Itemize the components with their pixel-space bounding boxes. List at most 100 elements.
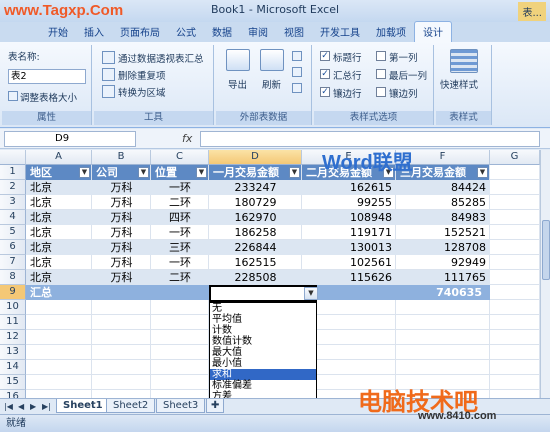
table-name-input[interactable]: 表2: [8, 69, 86, 84]
formula-input[interactable]: [200, 131, 540, 147]
resize-table-button[interactable]: 调整表格大小: [20, 90, 77, 104]
fx-icon[interactable]: fx: [182, 132, 192, 145]
refresh-button[interactable]: 刷新: [262, 77, 281, 91]
tab-developer[interactable]: 开发工具: [312, 22, 368, 42]
first-column-checkbox[interactable]: [376, 51, 386, 61]
dropdown-option[interactable]: 计数: [210, 325, 316, 336]
dropdown-option[interactable]: 方差: [210, 391, 316, 398]
banded-rows-checkbox[interactable]: ✓: [320, 87, 330, 97]
column-header-b[interactable]: B: [92, 150, 151, 165]
dropdown-option[interactable]: 无: [210, 303, 316, 314]
column-header-d[interactable]: D: [209, 150, 302, 165]
table-cell[interactable]: 万科: [92, 255, 151, 270]
table-cell[interactable]: 四环: [151, 210, 209, 225]
filter-dropdown-icon[interactable]: ▼: [138, 167, 149, 178]
table-cell[interactable]: 万科: [92, 180, 151, 195]
name-box[interactable]: D9: [4, 131, 136, 147]
dropdown-option[interactable]: 最大值: [210, 347, 316, 358]
dropdown-option[interactable]: 数值计数: [210, 336, 316, 347]
table-cell[interactable]: 233247: [209, 180, 302, 195]
table-cell[interactable]: 226844: [209, 240, 302, 255]
vertical-scroll-thumb[interactable]: [542, 220, 550, 280]
table-cell[interactable]: 万科: [92, 195, 151, 210]
tab-data[interactable]: 数据: [204, 22, 240, 42]
properties-icon[interactable]: [292, 51, 302, 61]
select-all-corner[interactable]: [0, 150, 26, 165]
table-header-cell[interactable]: 地区 ▼: [26, 165, 91, 180]
table-cell[interactable]: 152521: [396, 225, 490, 240]
convert-range-button[interactable]: 转换为区域: [118, 85, 166, 99]
next-sheet-icon[interactable]: ▶: [30, 402, 36, 411]
table-cell[interactable]: 一环: [151, 255, 209, 270]
filter-dropdown-icon[interactable]: ▼: [289, 167, 300, 178]
table-cell[interactable]: 162615: [302, 180, 396, 195]
last-column-checkbox[interactable]: [376, 69, 386, 79]
first-sheet-icon[interactable]: |◀: [4, 402, 13, 411]
table-cell[interactable]: 万科: [92, 210, 151, 225]
table-cell[interactable]: 186258: [209, 225, 302, 240]
table-cell[interactable]: 万科: [92, 270, 151, 285]
insert-sheet-icon[interactable]: ✚: [206, 399, 225, 413]
table-cell[interactable]: 北京: [26, 195, 92, 210]
row-header-15[interactable]: 15: [0, 375, 26, 390]
table-cell[interactable]: 228508: [209, 270, 302, 285]
table-cell[interactable]: 北京: [26, 240, 92, 255]
table-cell[interactable]: 北京: [26, 180, 92, 195]
table-cell[interactable]: 162970: [209, 210, 302, 225]
column-header-a[interactable]: A: [26, 150, 92, 165]
filter-dropdown-icon[interactable]: ▼: [79, 167, 90, 178]
row-header-2[interactable]: 2: [0, 180, 26, 195]
row-header-4[interactable]: 4: [0, 210, 26, 225]
total-value-f9[interactable]: 740635: [396, 285, 482, 300]
sheet-tab-1[interactable]: Sheet1: [56, 399, 110, 413]
pivot-summary-button[interactable]: 通过数据透视表汇总: [118, 51, 204, 65]
worksheet-grid[interactable]: ABCDEFG 1234567891011121314151617 地区▼公司▼…: [0, 150, 540, 398]
table-cell[interactable]: 162515: [209, 255, 302, 270]
header-row-checkbox[interactable]: ✓: [320, 51, 330, 61]
last-sheet-icon[interactable]: ▶|: [42, 402, 51, 411]
filter-dropdown-icon[interactable]: ▼: [196, 167, 207, 178]
dropdown-option[interactable]: 最小值: [210, 358, 316, 369]
table-cell[interactable]: 北京: [26, 270, 92, 285]
table-header-cell[interactable]: 一月交易金额 ▼: [209, 165, 301, 180]
table-cell[interactable]: 一环: [151, 180, 209, 195]
sheet-tab-3[interactable]: Sheet3: [156, 399, 206, 413]
row-header-12[interactable]: 12: [0, 330, 26, 345]
row-header-11[interactable]: 11: [0, 315, 26, 330]
export-button[interactable]: 导出: [228, 77, 247, 91]
column-header-c[interactable]: C: [151, 150, 209, 165]
open-browser-icon[interactable]: [292, 67, 302, 77]
row-header-8[interactable]: 8: [0, 270, 26, 285]
table-cell[interactable]: 115626: [302, 270, 396, 285]
table-cell[interactable]: 111765: [396, 270, 490, 285]
table-header-cell[interactable]: 公司 ▼: [92, 165, 150, 180]
row-header-1[interactable]: 1: [0, 165, 26, 180]
row-header-7[interactable]: 7: [0, 255, 26, 270]
table-cell[interactable]: 二环: [151, 270, 209, 285]
tab-page-layout[interactable]: 页面布局: [112, 22, 168, 42]
table-cell[interactable]: 128708: [396, 240, 490, 255]
tab-insert[interactable]: 插入: [76, 22, 112, 42]
table-cell[interactable]: 北京: [26, 225, 92, 240]
tab-design[interactable]: 设计: [414, 21, 452, 42]
total-row-checkbox[interactable]: ✓: [320, 69, 330, 79]
tab-view[interactable]: 视图: [276, 22, 312, 42]
table-cell[interactable]: 万科: [92, 225, 151, 240]
table-cell[interactable]: 119171: [302, 225, 396, 240]
row-header-6[interactable]: 6: [0, 240, 26, 255]
unlink-icon[interactable]: [292, 83, 302, 93]
table-cell[interactable]: 92949: [396, 255, 490, 270]
table-cell[interactable]: 108948: [302, 210, 396, 225]
table-cell[interactable]: 84983: [396, 210, 490, 225]
tab-formulas[interactable]: 公式: [168, 22, 204, 42]
row-header-13[interactable]: 13: [0, 345, 26, 360]
table-cell[interactable]: 三环: [151, 240, 209, 255]
column-header-g[interactable]: G: [490, 150, 540, 165]
vertical-scrollbar[interactable]: [540, 150, 550, 398]
row-header-3[interactable]: 3: [0, 195, 26, 210]
row-header-14[interactable]: 14: [0, 360, 26, 375]
filter-dropdown-icon[interactable]: ▼: [477, 167, 488, 178]
table-cell[interactable]: 99255: [302, 195, 396, 210]
table-cell[interactable]: 85285: [396, 195, 490, 210]
total-label[interactable]: 汇总: [30, 285, 90, 300]
